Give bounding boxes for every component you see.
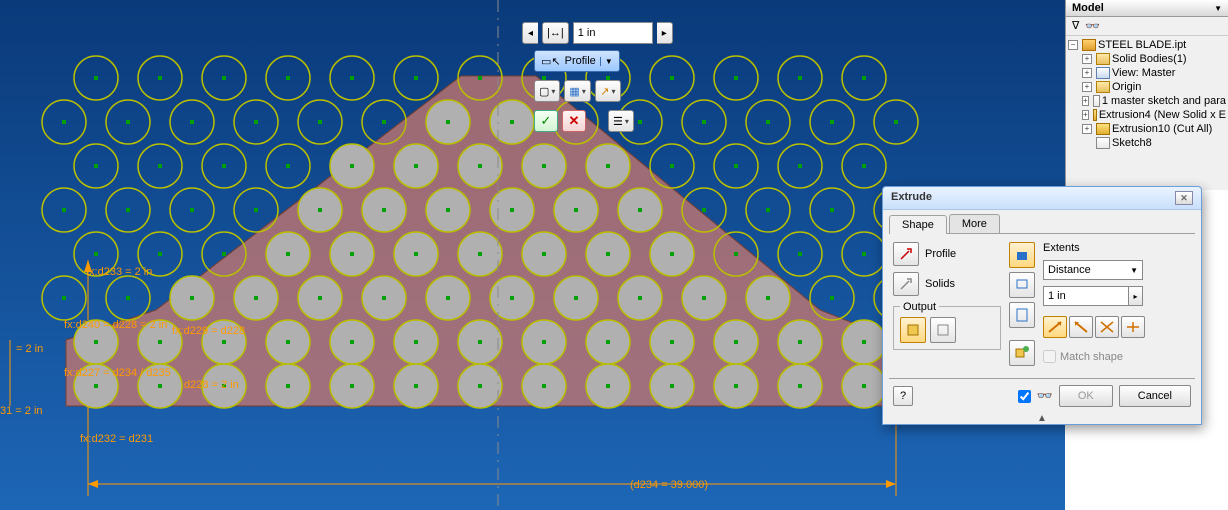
svg-text:31 = 2 in: 31 = 2 in bbox=[0, 405, 43, 417]
extrude-dialog: Extrude ✕ Shape More Profile So bbox=[882, 186, 1202, 425]
extrude-dialog-titlebar[interactable]: Extrude ✕ bbox=[883, 187, 1201, 210]
extents-mode-combo[interactable]: Distance ▼ bbox=[1043, 260, 1143, 280]
chevron-down-icon: ▼ bbox=[1214, 4, 1222, 13]
svg-text:= 2 in: = 2 in bbox=[16, 343, 43, 355]
cube-icon: ▢ bbox=[539, 85, 549, 98]
solids-label: Solids bbox=[925, 278, 955, 290]
svg-text:fx:d233 = 2 in: fx:d233 = 2 in bbox=[86, 266, 152, 278]
tree-item-master-sketch[interactable]: +1 master sketch and para bbox=[1082, 94, 1226, 108]
distance-next-arrow[interactable]: ▸ bbox=[657, 22, 673, 44]
model-browser-header[interactable]: Model ▼ bbox=[1066, 0, 1228, 17]
cancel-button[interactable]: Cancel bbox=[1119, 385, 1191, 407]
output-surface-button[interactable] bbox=[930, 317, 956, 343]
distance-mini-toolbar: ◂ |↔| ▸ bbox=[522, 22, 673, 44]
distance-input[interactable] bbox=[573, 22, 653, 44]
tree-item-view[interactable]: +View: Master bbox=[1082, 66, 1226, 80]
svg-text:fx:d240 = d228 = 2 in: fx:d240 = d228 = 2 in bbox=[64, 319, 167, 331]
options-menu-button[interactable]: ☰ bbox=[608, 110, 634, 132]
tree-root[interactable]: −STEEL BLADE.ipt bbox=[1068, 38, 1226, 52]
list-icon: ☰ bbox=[613, 115, 623, 128]
arrow-type-icon: ↗ bbox=[600, 85, 609, 98]
operation-output-button[interactable]: ▢ bbox=[534, 80, 560, 102]
svg-text:fx:d232 = d231: fx:d232 = d231 bbox=[80, 433, 153, 445]
tab-shape[interactable]: Shape bbox=[889, 215, 947, 234]
direction-icon: ▦ bbox=[569, 85, 579, 98]
glasses-icon: 👓 bbox=[1037, 388, 1053, 404]
op-asymmetric-button[interactable] bbox=[1121, 316, 1145, 338]
apply-check-button[interactable]: ✓ bbox=[534, 110, 558, 132]
match-shape-checkbox bbox=[1043, 350, 1056, 363]
model-browser-toolbar: ∇ 👓 bbox=[1066, 17, 1228, 36]
tree-item-extrusion10[interactable]: +Extrusion10 (Cut All) bbox=[1082, 122, 1226, 136]
profile-mini-toolbar: ▭↖ Profile ▼ bbox=[534, 50, 620, 72]
op-join-button[interactable] bbox=[1043, 316, 1067, 338]
svg-text:d228 = 2 in: d228 = 2 in bbox=[184, 379, 239, 391]
profile-picker-button[interactable] bbox=[893, 242, 919, 266]
dialog-expander[interactable]: ▲ bbox=[883, 413, 1201, 424]
close-icon[interactable]: ✕ bbox=[1175, 191, 1193, 205]
confirm-mini-toolbar: ✓ ✕ ☰ bbox=[534, 110, 634, 132]
chevron-down-icon: ▼ bbox=[1130, 266, 1138, 275]
model-tree: −STEEL BLADE.ipt +Solid Bodies(1) +View:… bbox=[1066, 36, 1228, 152]
distance-icon-button[interactable]: |↔| bbox=[542, 22, 569, 44]
operation-type-button[interactable]: ↗ bbox=[595, 80, 621, 102]
op-cut-button[interactable] bbox=[1069, 316, 1093, 338]
tab-more[interactable]: More bbox=[949, 214, 1000, 233]
model-browser-panel: Model ▼ ∇ 👓 −STEEL BLADE.ipt +Solid Bodi… bbox=[1065, 0, 1228, 190]
output-solid-button[interactable] bbox=[900, 317, 926, 343]
tree-item-sketch8[interactable]: Sketch8 bbox=[1082, 136, 1226, 150]
extents-value-spinner[interactable]: ▸ bbox=[1129, 286, 1143, 306]
operation-mini-toolbar: ▢ ▦ ↗ bbox=[534, 80, 621, 102]
direction-symmetric-button[interactable] bbox=[1009, 302, 1035, 328]
direction-2-button[interactable] bbox=[1009, 272, 1035, 298]
svg-text:(d234 = 39.000): (d234 = 39.000) bbox=[630, 479, 708, 491]
tree-item-origin[interactable]: +Origin bbox=[1082, 80, 1226, 94]
cursor-profile-icon: ▭↖ bbox=[541, 55, 561, 68]
extents-label: Extents bbox=[1043, 242, 1191, 254]
tree-item-extrusion4[interactable]: +Extrusion4 (New Solid x E bbox=[1082, 108, 1226, 122]
svg-text:fx:d229 = d228: fx:d229 = d228 bbox=[172, 325, 245, 337]
help-button[interactable]: ? bbox=[893, 386, 913, 406]
filter-icon[interactable]: ∇ bbox=[1072, 19, 1079, 33]
binoculars-icon[interactable]: 👓 bbox=[1085, 19, 1100, 33]
preview-checkbox[interactable] bbox=[1018, 390, 1031, 403]
ok-button[interactable]: OK bbox=[1059, 385, 1113, 407]
distance-prev-arrow[interactable]: ◂ bbox=[522, 22, 538, 44]
profile-label: Profile bbox=[925, 248, 956, 260]
direction-1-button[interactable] bbox=[1009, 242, 1035, 268]
svg-text:fx:d227 = d234 / d235: fx:d227 = d234 / d235 bbox=[64, 367, 171, 379]
new-solid-button[interactable] bbox=[1009, 340, 1035, 366]
tree-item-solid-bodies[interactable]: +Solid Bodies(1) bbox=[1082, 52, 1226, 66]
cancel-x-button[interactable]: ✕ bbox=[562, 110, 586, 132]
distance-icon: |↔| bbox=[547, 27, 564, 39]
solids-picker-button[interactable] bbox=[893, 272, 919, 296]
output-fieldset-label: Output bbox=[900, 301, 939, 313]
extents-value-input[interactable] bbox=[1043, 286, 1129, 306]
op-intersect-button[interactable] bbox=[1095, 316, 1119, 338]
profile-select-button[interactable]: ▭↖ Profile ▼ bbox=[534, 50, 620, 72]
operation-direction-button[interactable]: ▦ bbox=[564, 80, 590, 102]
match-shape-label: Match shape bbox=[1060, 351, 1123, 363]
